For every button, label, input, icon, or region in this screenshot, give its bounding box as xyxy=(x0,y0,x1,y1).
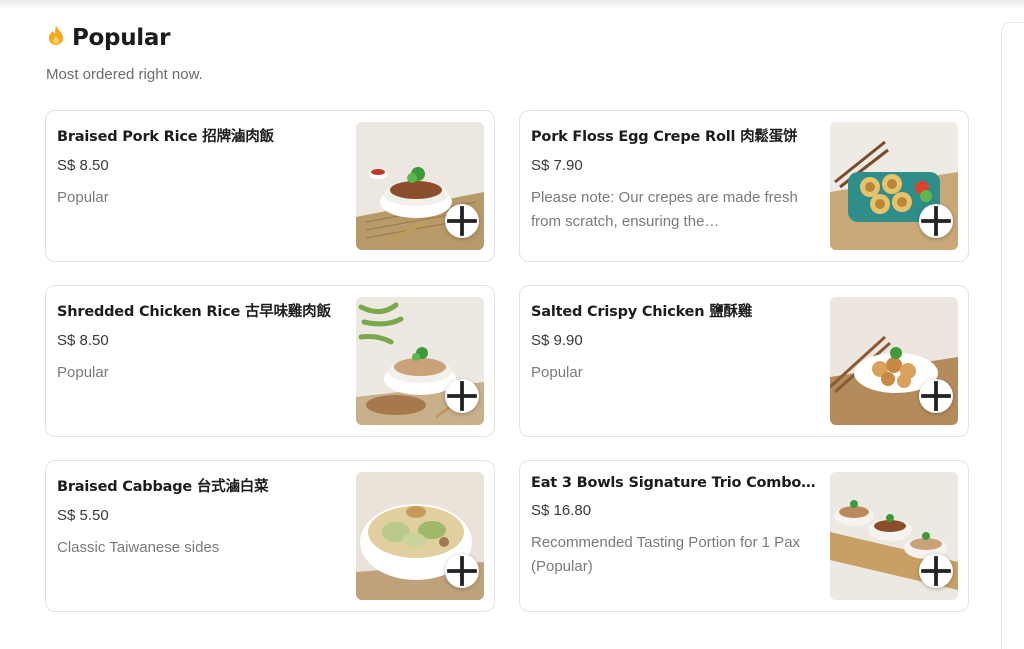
item-description: Classic Taiwanese sides xyxy=(57,539,220,556)
shredded-chicken-rice-photo xyxy=(356,297,484,425)
menu-item-card[interactable]: Pork Floss Egg Crepe Roll 肉鬆蛋饼 S$ 7.90 P… xyxy=(519,110,969,262)
add-to-cart-button[interactable] xyxy=(445,204,479,238)
item-description: Please note: Our crepes are made fresh f… xyxy=(531,189,798,230)
section-title: Popular xyxy=(72,24,171,51)
top-edge-shadow xyxy=(0,0,1024,10)
item-price: S$ 5.50 xyxy=(57,507,109,524)
add-to-cart-button[interactable] xyxy=(919,379,953,413)
plus-icon xyxy=(921,206,951,236)
plus-icon xyxy=(447,381,477,411)
plus-icon xyxy=(447,206,477,236)
add-to-cart-button[interactable] xyxy=(445,379,479,413)
item-name: Braised Cabbage 台式滷白菜 xyxy=(57,479,269,495)
trio-combo-photo xyxy=(830,472,958,600)
item-price: S$ 7.90 xyxy=(531,157,583,174)
plus-icon xyxy=(921,556,951,586)
item-name: Eat 3 Bowls Signature Trio Combo ... xyxy=(531,475,816,491)
plus-icon xyxy=(447,556,477,586)
section-header: Popular xyxy=(46,24,170,51)
item-description: Popular xyxy=(531,364,583,381)
menu-item-card[interactable]: Braised Cabbage 台式滷白菜 S$ 5.50 Classic Ta… xyxy=(45,460,495,612)
item-description: Popular xyxy=(57,189,109,206)
item-price: S$ 8.50 xyxy=(57,157,109,174)
item-name: Shredded Chicken Rice 古早味雞肉飯 xyxy=(57,304,331,320)
menu-item-card[interactable]: Braised Pork Rice 招牌滷肉飯 S$ 8.50 Popular xyxy=(45,110,495,262)
item-name: Pork Floss Egg Crepe Roll 肉鬆蛋饼 xyxy=(531,129,798,145)
add-to-cart-button[interactable] xyxy=(919,204,953,238)
menu-item-card[interactable]: Shredded Chicken Rice 古早味雞肉飯 S$ 8.50 Pop… xyxy=(45,285,495,437)
fire-icon xyxy=(46,24,66,51)
cart-side-panel xyxy=(1001,22,1024,649)
salted-crispy-chicken-photo xyxy=(830,297,958,425)
menu-item-card[interactable]: Salted Crispy Chicken 鹽酥雞 S$ 9.90 Popula… xyxy=(519,285,969,437)
item-price: S$ 16.80 xyxy=(531,502,592,519)
item-name: Braised Pork Rice 招牌滷肉飯 xyxy=(57,129,274,145)
item-description: Recommended Tasting Portion for 1 Pax (P… xyxy=(531,534,801,575)
add-to-cart-button[interactable] xyxy=(445,554,479,588)
item-description: Popular xyxy=(57,364,109,381)
item-price: S$ 9.90 xyxy=(531,332,583,349)
add-to-cart-button[interactable] xyxy=(919,554,953,588)
item-price: S$ 8.50 xyxy=(57,332,109,349)
braised-pork-rice-photo xyxy=(356,122,484,250)
item-name: Salted Crispy Chicken 鹽酥雞 xyxy=(531,304,753,320)
pork-floss-crepe-photo xyxy=(830,122,958,250)
section-subtitle: Most ordered right now. xyxy=(46,66,203,83)
plus-icon xyxy=(921,381,951,411)
braised-cabbage-photo xyxy=(356,472,484,600)
menu-item-card[interactable]: Eat 3 Bowls Signature Trio Combo ... S$ … xyxy=(519,460,969,612)
